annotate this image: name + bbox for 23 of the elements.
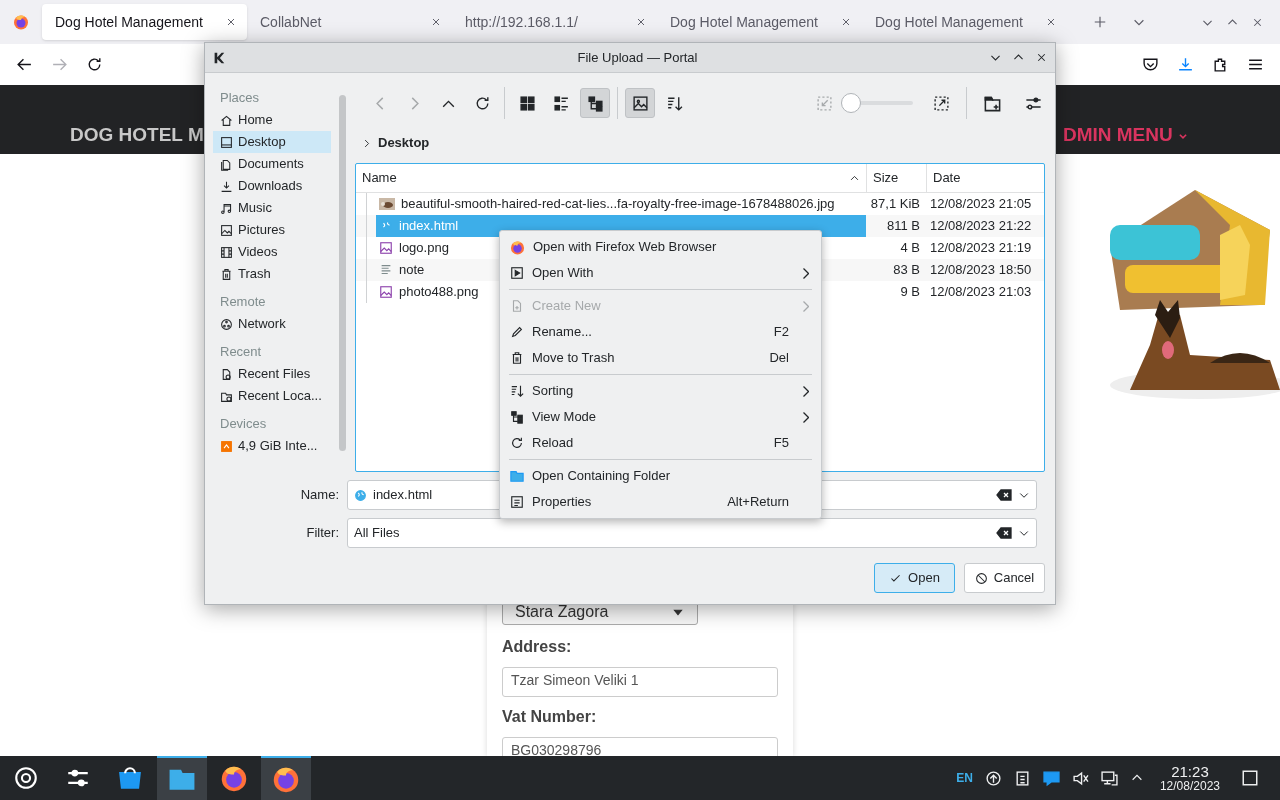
shortcut-label: Del: [769, 349, 789, 368]
shortcut-label: F2: [773, 323, 789, 342]
date-cell-text: 12/08/2023 21:22: [929, 217, 1033, 236]
size-cell-text: 4 B: [899, 239, 921, 258]
size-cell-text: 811 B: [886, 217, 921, 236]
section-heading: Remote: [219, 293, 267, 312]
size-cell-text: 9 B: [899, 283, 921, 302]
section-heading: Places: [219, 89, 261, 108]
date-cell-text: 12/08/2023 21:03: [929, 283, 1033, 302]
size-cell-text: 87,1 KiB: [869, 195, 921, 214]
field-label: Filter:: [305, 524, 340, 543]
field-label: Vat Number:: [502, 707, 598, 727]
shortcut-label: Alt+Return: [727, 493, 789, 512]
date-cell-text: 12/08/2023 18:50: [929, 261, 1033, 280]
field-label: Address:: [502, 637, 573, 657]
date-cell-text: 12/08/2023 21:05: [929, 195, 1033, 214]
section-heading: Devices: [219, 415, 268, 434]
window-title: File Upload — Portal: [576, 48, 699, 67]
shortcut-label: F5: [773, 434, 789, 453]
date-cell-text: 12/08/2023 21:19: [929, 239, 1033, 258]
field-label: Name:: [299, 486, 340, 505]
size-cell-text: 83 B: [892, 261, 921, 280]
section-heading: Recent: [219, 343, 263, 362]
